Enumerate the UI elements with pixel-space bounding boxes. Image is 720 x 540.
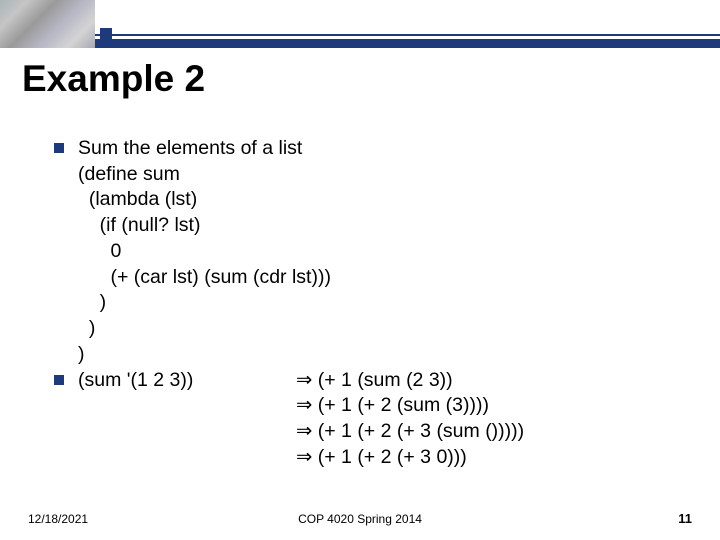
header-bar-thin (95, 34, 720, 36)
eval-step-3: ⇒ (+ 1 (+ 2 (+ 3 (sum ())))) (296, 419, 524, 445)
slide-content: Sum the elements of a list (define sum (… (54, 136, 524, 471)
bullet-item-1: Sum the elements of a list (define sum (… (54, 136, 524, 368)
bullet-2-text: (sum '(1 2 3)) ⇒ (+ 1 (sum (2 3)) ⇒ (+ 1… (78, 368, 524, 471)
header-decorative-image (0, 0, 95, 48)
square-bullet-icon (54, 375, 64, 385)
eval-step-2: ⇒ (+ 1 (+ 2 (sum (3)))) (296, 393, 489, 419)
footer-course: COP 4020 Spring 2014 (298, 512, 422, 526)
bullet-1-heading: Sum the elements of a list (78, 136, 331, 162)
eval-step-4: ⇒ (+ 1 (+ 2 (+ 3 0))) (296, 445, 467, 471)
footer-page-number: 11 (678, 511, 692, 526)
bullet-item-2: (sum '(1 2 3)) ⇒ (+ 1 (sum (2 3)) ⇒ (+ 1… (54, 368, 524, 471)
code-definition: (define sum (lambda (lst) (if (null? lst… (78, 162, 331, 368)
header-strip (0, 0, 720, 48)
slide-footer: 12/18/2021 COP 4020 Spring 2014 11 (0, 511, 720, 526)
square-bullet-icon (54, 143, 64, 153)
bullet-1-text: Sum the elements of a list (define sum (… (78, 136, 331, 368)
header-bar-thick (95, 39, 720, 48)
slide-title: Example 2 (22, 58, 205, 100)
header-bars (95, 0, 720, 48)
footer-date: 12/18/2021 (28, 512, 88, 526)
eval-step-1: ⇒ (+ 1 (sum (2 3)) (296, 368, 453, 394)
header-accent-square (100, 28, 112, 40)
eval-call: (sum '(1 2 3)) (78, 368, 296, 394)
